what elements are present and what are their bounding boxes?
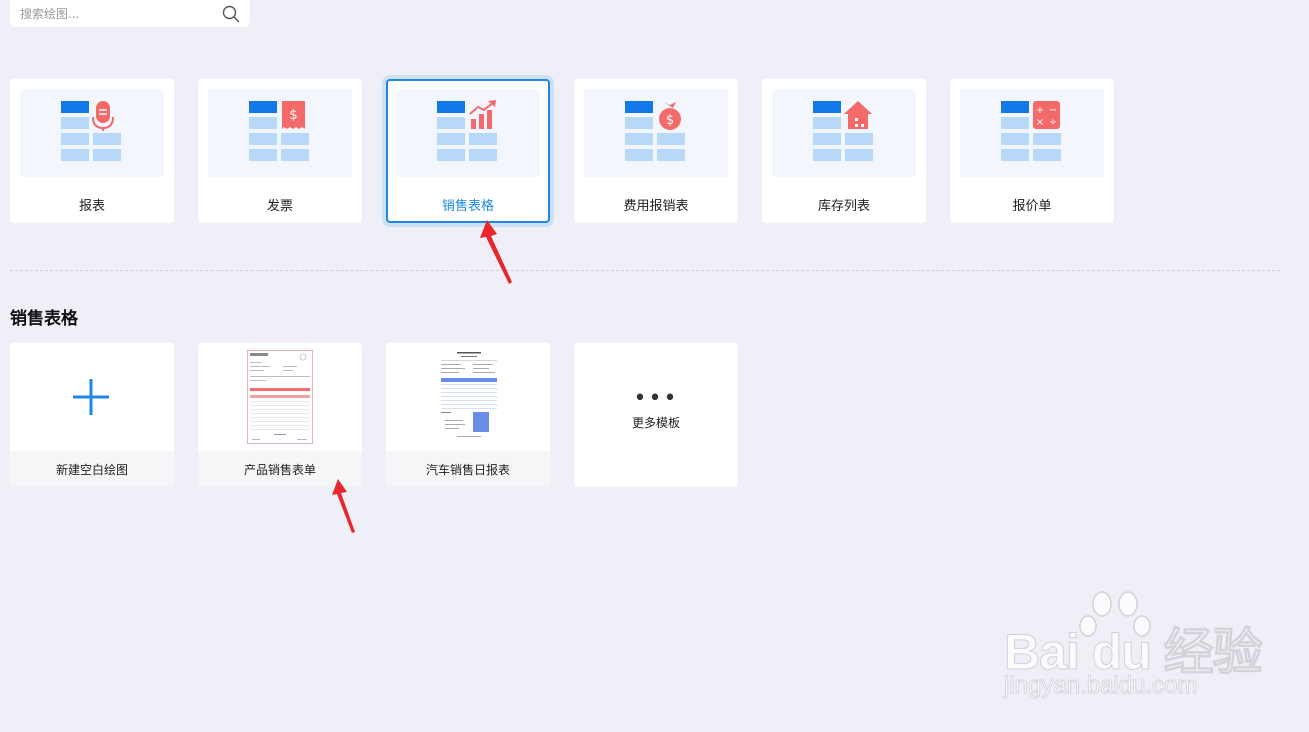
section-title: 销售表格 <box>10 309 78 329</box>
house-icon <box>813 101 873 161</box>
category-label: 报价单 <box>1012 199 1052 214</box>
svg-text:$: $ <box>289 108 297 123</box>
category-label: 库存列表 <box>817 199 870 214</box>
document-preview-icon <box>247 350 313 444</box>
category-card-sales-table[interactable]: 销售表格 <box>386 79 550 223</box>
watermark-url: jingyan.baidu.com <box>1003 672 1198 700</box>
template-label: 新建空白绘图 <box>10 451 174 487</box>
more-icon: ••• <box>633 385 679 411</box>
template-card-product-sales-form[interactable]: 产品销售表单 <box>198 343 362 487</box>
category-label: 销售表格 <box>441 199 494 214</box>
category-label: 发票 <box>266 199 293 214</box>
section-divider <box>10 270 1280 271</box>
money-bag-icon: $ <box>625 101 685 161</box>
template-label: 汽车销售日报表 <box>386 451 550 487</box>
annotation-arrow-icon <box>480 220 512 284</box>
category-thumbnail <box>20 89 164 177</box>
category-thumbnail <box>772 89 916 177</box>
category-card-inventory-list[interactable]: 库存列表 <box>762 79 926 223</box>
category-card-quotation[interactable]: + − × ÷ 报价单 <box>950 79 1114 223</box>
category-thumbnail: $ <box>584 89 728 177</box>
category-thumbnail <box>396 89 540 177</box>
plus-icon <box>73 379 109 415</box>
svg-text:×: × <box>1036 117 1044 128</box>
category-thumbnail: + − × ÷ <box>960 89 1104 177</box>
microphone-icon <box>61 101 121 161</box>
document-preview-icon <box>437 350 501 444</box>
annotation-arrow-icon <box>332 479 355 533</box>
template-label: 更多模板 <box>631 415 680 430</box>
bar-chart-icon <box>437 100 497 161</box>
calculator-icon: + − × ÷ <box>1001 101 1061 161</box>
svg-text:−: − <box>1049 105 1057 116</box>
category-card-invoice[interactable]: $ 发票 <box>198 79 362 223</box>
category-thumbnail: $ <box>208 89 352 177</box>
template-card-new-blank[interactable]: 新建空白绘图 <box>10 343 174 487</box>
svg-text:+: + <box>1036 105 1044 116</box>
template-card-more[interactable]: ••• 更多模板 <box>574 343 738 487</box>
receipt-icon: $ <box>249 101 309 161</box>
category-label: 费用报销表 <box>623 199 689 214</box>
category-card-report[interactable]: 报表 <box>10 79 174 223</box>
svg-text:$: $ <box>666 113 674 128</box>
search-input[interactable] <box>20 6 222 21</box>
search-box[interactable] <box>10 0 250 27</box>
category-card-expense-report[interactable]: $ 费用报销表 <box>574 79 738 223</box>
template-list: 新建空白绘图 产品销售表单 汽车销售日报表 ••• 更多模板 <box>10 343 738 487</box>
svg-text:÷: ÷ <box>1049 117 1057 128</box>
search-icon[interactable] <box>222 5 240 23</box>
category-label: 报表 <box>78 199 105 214</box>
category-list: 报表 $ 发票 销售表格 $ 费用报销表 库存列表 + − × ÷ 报价单 <box>10 79 1114 223</box>
template-card-car-sales-daily-report[interactable]: 汽车销售日报表 <box>386 343 550 487</box>
